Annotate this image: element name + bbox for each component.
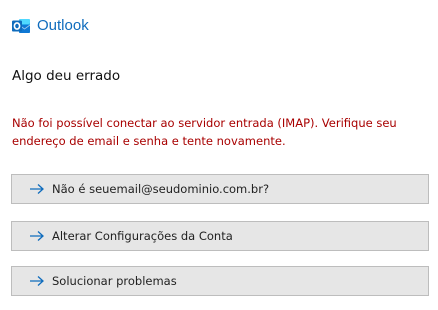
action-label: Solucionar problemas xyxy=(52,274,177,288)
error-message: Não foi possível conectar ao servidor en… xyxy=(12,116,397,148)
action-label: Alterar Configurações da Conta xyxy=(52,229,233,243)
app-brand: Outlook xyxy=(11,16,89,36)
change-account-settings-button[interactable]: Alterar Configurações da Conta xyxy=(11,221,429,251)
action-label: Não é seuemail@seudominio.com.br? xyxy=(52,182,270,196)
arrow-right-icon xyxy=(30,231,44,241)
page-heading: Algo deu errado xyxy=(12,68,121,84)
app-name: Outlook xyxy=(37,17,89,34)
not-my-account-button[interactable]: Não é seuemail@seudominio.com.br? xyxy=(11,174,429,204)
troubleshoot-button[interactable]: Solucionar problemas xyxy=(11,266,429,296)
outlook-logo-icon xyxy=(12,19,31,33)
arrow-right-icon xyxy=(30,184,44,194)
arrow-right-icon xyxy=(30,276,44,286)
